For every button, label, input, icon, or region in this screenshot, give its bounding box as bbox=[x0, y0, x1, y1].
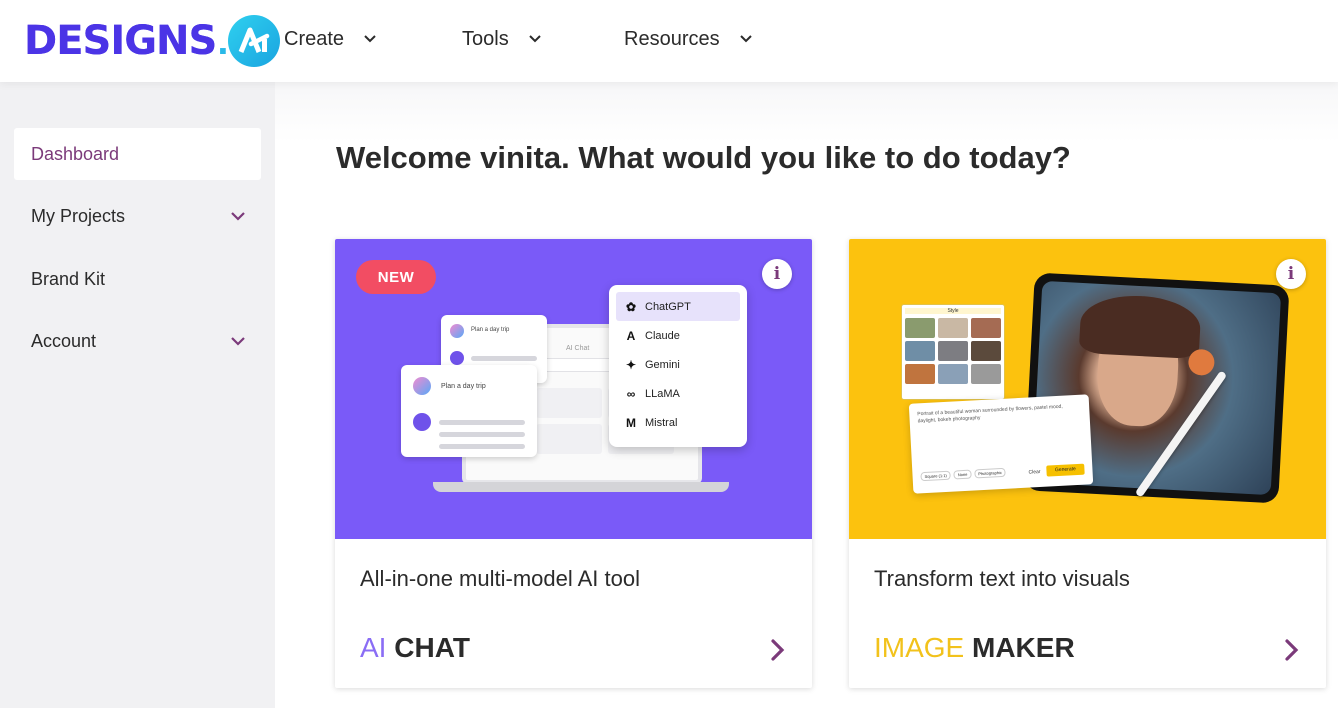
main-content: Welcome vinita. What would you like to d… bbox=[275, 82, 1338, 708]
text-line bbox=[471, 356, 537, 361]
style-thumb bbox=[971, 364, 1001, 384]
openai-icon: ✿ bbox=[625, 299, 637, 314]
mistral-icon: M bbox=[626, 415, 636, 430]
sidebar-item-label: Account bbox=[31, 330, 97, 351]
card-title: Transform text into visuals bbox=[874, 566, 1130, 591]
sidebar: Dashboard My Projects Brand Kit Account bbox=[0, 82, 275, 708]
mini-panel bbox=[536, 388, 602, 418]
product-prefix: IMAGE bbox=[874, 632, 965, 663]
nav-create-label: Create bbox=[284, 27, 345, 50]
style-thumb bbox=[938, 364, 968, 384]
model-claude: A Claude bbox=[616, 321, 740, 350]
model-label: ChatGPT bbox=[645, 300, 691, 313]
sidebar-item-label: Dashboard bbox=[31, 143, 120, 164]
info-icon[interactable]: i bbox=[762, 259, 792, 289]
laptop-base bbox=[433, 482, 729, 492]
chevron-down-icon bbox=[364, 35, 376, 43]
logo-text: DESIGNS bbox=[24, 18, 217, 64]
style-thumb bbox=[938, 341, 968, 361]
chevron-down-icon bbox=[528, 35, 541, 43]
ai-chat-illustration: NEW i AI Chat Plan a day trip Plan a day… bbox=[335, 239, 812, 539]
text-line bbox=[439, 432, 525, 437]
style-thumb bbox=[938, 318, 968, 338]
style-thumb bbox=[971, 341, 1001, 361]
style-panel: Style bbox=[901, 304, 1005, 400]
model-label: Mistral bbox=[645, 416, 678, 429]
card-product-name: IMAGE MAKER bbox=[874, 632, 1075, 664]
image-maker-card[interactable]: i Style Portrait of a beautiful woman su… bbox=[849, 239, 1326, 688]
logo-dot: . bbox=[217, 18, 229, 63]
sidebar-item-label: Brand Kit bbox=[31, 268, 106, 289]
chevron-right-icon[interactable] bbox=[1283, 637, 1301, 663]
style-thumb bbox=[905, 318, 935, 338]
new-badge: NEW bbox=[356, 260, 436, 294]
model-list: ✿ ChatGPT A Claude ✦ Gemini ∞ LLaMA M Mi… bbox=[609, 285, 747, 447]
generate-label: Generate bbox=[1046, 463, 1085, 477]
nav-tools[interactable]: Tools bbox=[462, 22, 543, 56]
designs-ai-logo[interactable]: DESIGNS . bbox=[24, 13, 281, 69]
ai-icon bbox=[450, 351, 464, 365]
logo-ai-badge bbox=[228, 15, 281, 67]
flower-shape bbox=[1187, 348, 1216, 376]
prompt-panel: Portrait of a beautiful woman surrounded… bbox=[908, 394, 1094, 494]
model-label: LLaMA bbox=[645, 387, 680, 400]
avatar bbox=[450, 324, 464, 338]
chevron-right-icon[interactable] bbox=[769, 637, 787, 663]
style-label: Style bbox=[905, 308, 1001, 314]
info-icon[interactable]: i bbox=[1276, 259, 1306, 289]
top-header: DESIGNS . Create Tools Resources bbox=[0, 0, 1338, 82]
card-title: All-in-one multi-model AI tool bbox=[360, 566, 641, 591]
prompt-text: Plan a day trip bbox=[441, 383, 486, 390]
meta-icon: ∞ bbox=[626, 386, 636, 401]
card-product-name: AI CHAT bbox=[360, 632, 470, 664]
model-gemini: ✦ Gemini bbox=[616, 350, 740, 379]
tag: None bbox=[953, 469, 972, 480]
mini-panel bbox=[536, 424, 602, 454]
model-llama: ∞ LLaMA bbox=[616, 379, 740, 408]
prompt-text: Portrait of a beautiful woman surrounded… bbox=[917, 403, 1063, 425]
hair-shape bbox=[1078, 292, 1202, 360]
chatgpt-icon bbox=[413, 413, 431, 431]
product-prefix: AI bbox=[360, 632, 387, 663]
model-label: Gemini bbox=[645, 358, 680, 371]
sidebar-item-brand-kit[interactable]: Brand Kit bbox=[14, 253, 261, 305]
sidebar-item-label: My Projects bbox=[31, 205, 126, 226]
text-line bbox=[439, 444, 525, 449]
text-line bbox=[439, 420, 525, 425]
chevron-down-icon bbox=[231, 337, 245, 346]
model-chatgpt: ✿ ChatGPT bbox=[616, 292, 740, 321]
ai-chat-mini-title: AI Chat bbox=[566, 345, 590, 352]
avatar bbox=[413, 377, 431, 395]
tag: Square (1:1) bbox=[920, 470, 952, 482]
product-suffix: MAKER bbox=[972, 632, 1075, 663]
model-label: Claude bbox=[645, 329, 680, 342]
nav-create[interactable]: Create bbox=[284, 22, 378, 56]
sidebar-item-dashboard[interactable]: Dashboard bbox=[14, 128, 261, 180]
style-thumb bbox=[905, 341, 935, 361]
style-grid bbox=[905, 318, 1001, 384]
prompt-chip: Plan a day trip bbox=[401, 365, 537, 457]
style-thumb bbox=[905, 364, 935, 384]
model-mistral: M Mistral bbox=[616, 408, 740, 437]
sidebar-item-my-projects[interactable]: My Projects bbox=[14, 190, 261, 242]
product-suffix: CHAT bbox=[394, 632, 470, 663]
style-thumb bbox=[971, 318, 1001, 338]
chevron-down-icon bbox=[739, 35, 752, 43]
clear-label: Clear bbox=[1028, 468, 1041, 476]
tag-row: Square (1:1) None Photographic bbox=[920, 467, 1007, 482]
welcome-heading: Welcome vinita. What would you like to d… bbox=[336, 140, 1071, 175]
sidebar-item-account[interactable]: Account bbox=[14, 315, 261, 367]
tag: Photographic bbox=[974, 467, 1007, 479]
ai-chat-card[interactable]: NEW i AI Chat Plan a day trip Plan a day… bbox=[335, 239, 812, 688]
anthropic-icon: A bbox=[626, 328, 636, 343]
prompt-text: Plan a day trip bbox=[471, 327, 510, 333]
nav-resources[interactable]: Resources bbox=[624, 22, 754, 56]
nav-resources-label: Resources bbox=[624, 27, 720, 50]
nav-tools-label: Tools bbox=[462, 27, 509, 50]
chevron-down-icon bbox=[231, 212, 245, 221]
gemini-icon: ✦ bbox=[625, 357, 637, 372]
image-maker-illustration: i Style Portrait of a beautiful woman su… bbox=[849, 239, 1326, 539]
